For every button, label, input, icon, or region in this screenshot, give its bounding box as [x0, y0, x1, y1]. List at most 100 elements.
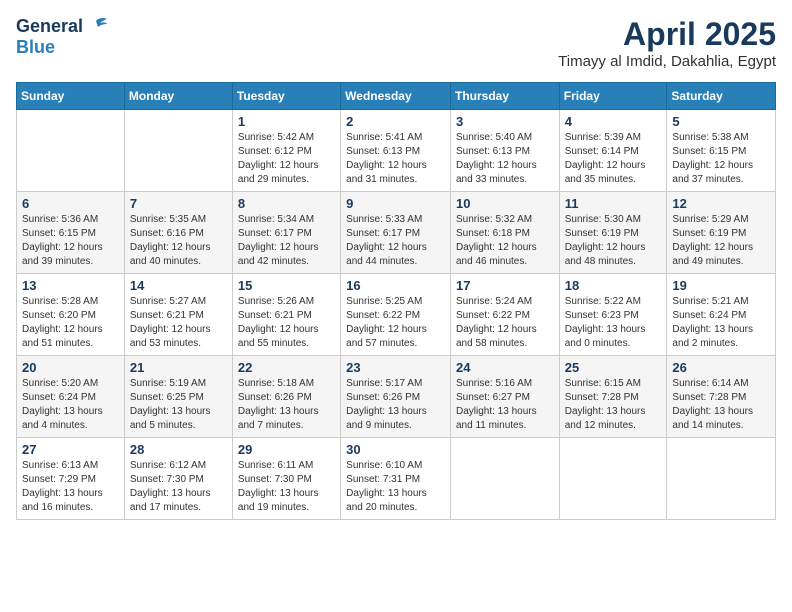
week-row-4: 20 Sunrise: 5:20 AMSunset: 6:24 PMDayligh…	[17, 356, 776, 438]
day-number: 9	[346, 196, 445, 211]
day-info: Sunrise: 5:26 AMSunset: 6:21 PMDaylight:…	[238, 295, 335, 351]
weekday-header-saturday: Saturday	[667, 83, 776, 110]
calendar-cell: 27 Sunrise: 6:13 AMSunset: 7:29 PMDayligh…	[17, 438, 125, 520]
day-number: 17	[456, 278, 554, 293]
header: General Blue April 2025 Timayy al Imdid,…	[16, 16, 776, 70]
calendar-cell: 5 Sunrise: 5:38 AMSunset: 6:15 PMDaylight…	[667, 110, 776, 192]
day-number: 21	[130, 360, 227, 375]
day-info: Sunrise: 5:38 AMSunset: 6:15 PMDaylight:…	[672, 131, 770, 187]
day-number: 14	[130, 278, 227, 293]
day-info: Sunrise: 5:18 AMSunset: 6:26 PMDaylight:…	[238, 377, 335, 433]
week-row-3: 13 Sunrise: 5:28 AMSunset: 6:20 PMDayligh…	[17, 274, 776, 356]
day-number: 28	[130, 442, 227, 457]
day-info: Sunrise: 5:34 AMSunset: 6:17 PMDaylight:…	[238, 213, 335, 269]
calendar-cell: 24 Sunrise: 5:16 AMSunset: 6:27 PMDayligh…	[450, 356, 559, 438]
week-row-5: 27 Sunrise: 6:13 AMSunset: 7:29 PMDayligh…	[17, 438, 776, 520]
day-info: Sunrise: 6:12 AMSunset: 7:30 PMDaylight:…	[130, 459, 227, 515]
day-number: 27	[22, 442, 119, 457]
day-info: Sunrise: 6:15 AMSunset: 7:28 PMDaylight:…	[565, 377, 662, 433]
day-number: 22	[238, 360, 335, 375]
day-number: 25	[565, 360, 662, 375]
day-info: Sunrise: 5:30 AMSunset: 6:19 PMDaylight:…	[565, 213, 662, 269]
calendar-cell: 10Sunrise: 5:32 AMSunset: 6:18 PMDayligh…	[450, 192, 559, 274]
day-info: Sunrise: 6:11 AMSunset: 7:30 PMDaylight:…	[238, 459, 335, 515]
title-area: April 2025 Timayy al Imdid, Dakahlia, Eg…	[558, 16, 776, 70]
calendar-cell: 3 Sunrise: 5:40 AMSunset: 6:13 PMDaylight…	[450, 110, 559, 192]
day-number: 1	[238, 114, 335, 129]
day-number: 26	[672, 360, 770, 375]
week-row-1: 1 Sunrise: 5:42 AMSunset: 6:12 PMDaylight…	[17, 110, 776, 192]
weekday-header-friday: Friday	[559, 83, 667, 110]
day-info: Sunrise: 5:19 AMSunset: 6:25 PMDaylight:…	[130, 377, 227, 433]
day-info: Sunrise: 5:25 AMSunset: 6:22 PMDaylight:…	[346, 295, 445, 351]
calendar-cell: 15 Sunrise: 5:26 AMSunset: 6:21 PMDayligh…	[232, 274, 340, 356]
calendar-cell: 13 Sunrise: 5:28 AMSunset: 6:20 PMDayligh…	[17, 274, 125, 356]
logo-general-text: General	[16, 16, 83, 37]
calendar-cell	[450, 438, 559, 520]
day-number: 24	[456, 360, 554, 375]
day-number: 29	[238, 442, 335, 457]
day-info: Sunrise: 6:13 AMSunset: 7:29 PMDaylight:…	[22, 459, 119, 515]
day-info: Sunrise: 5:20 AMSunset: 6:24 PMDaylight:…	[22, 377, 119, 433]
weekday-header-row: SundayMondayTuesdayWednesdayThursdayFrid…	[17, 83, 776, 110]
day-info: Sunrise: 5:16 AMSunset: 6:27 PMDaylight:…	[456, 377, 554, 433]
calendar-cell: 21 Sunrise: 5:19 AMSunset: 6:25 PMDayligh…	[124, 356, 232, 438]
day-info: Sunrise: 5:22 AMSunset: 6:23 PMDaylight:…	[565, 295, 662, 351]
day-info: Sunrise: 5:24 AMSunset: 6:22 PMDaylight:…	[456, 295, 554, 351]
day-number: 11	[565, 196, 662, 211]
logo: General Blue	[16, 16, 107, 58]
day-number: 16	[346, 278, 445, 293]
calendar-cell: 12Sunrise: 5:29 AMSunset: 6:19 PMDayligh…	[667, 192, 776, 274]
day-info: Sunrise: 5:41 AMSunset: 6:13 PMDaylight:…	[346, 131, 445, 187]
day-info: Sunrise: 5:28 AMSunset: 6:20 PMDaylight:…	[22, 295, 119, 351]
calendar-cell: 23 Sunrise: 5:17 AMSunset: 6:26 PMDayligh…	[341, 356, 451, 438]
day-info: Sunrise: 5:39 AMSunset: 6:14 PMDaylight:…	[565, 131, 662, 187]
calendar-cell: 16 Sunrise: 5:25 AMSunset: 6:22 PMDayligh…	[341, 274, 451, 356]
weekday-header-sunday: Sunday	[17, 83, 125, 110]
calendar-cell: 6Sunrise: 5:36 AMSunset: 6:15 PMDaylight…	[17, 192, 125, 274]
calendar-cell: 2 Sunrise: 5:41 AMSunset: 6:13 PMDaylight…	[341, 110, 451, 192]
calendar-cell	[124, 110, 232, 192]
day-number: 10	[456, 196, 554, 211]
calendar-cell: 17 Sunrise: 5:24 AMSunset: 6:22 PMDayligh…	[450, 274, 559, 356]
day-info: Sunrise: 5:27 AMSunset: 6:21 PMDaylight:…	[130, 295, 227, 351]
weekday-header-tuesday: Tuesday	[232, 83, 340, 110]
day-number: 30	[346, 442, 445, 457]
day-number: 2	[346, 114, 445, 129]
logo-bird-icon	[85, 17, 107, 37]
day-info: Sunrise: 5:42 AMSunset: 6:12 PMDaylight:…	[238, 131, 335, 187]
calendar-cell: 28 Sunrise: 6:12 AMSunset: 7:30 PMDayligh…	[124, 438, 232, 520]
day-number: 20	[22, 360, 119, 375]
day-number: 13	[22, 278, 119, 293]
day-number: 23	[346, 360, 445, 375]
calendar-cell: 26 Sunrise: 6:14 AMSunset: 7:28 PMDayligh…	[667, 356, 776, 438]
month-title: April 2025	[558, 16, 776, 53]
day-number: 7	[130, 196, 227, 211]
calendar-cell: 11 Sunrise: 5:30 AMSunset: 6:19 PMDayligh…	[559, 192, 667, 274]
calendar-cell: 1 Sunrise: 5:42 AMSunset: 6:12 PMDaylight…	[232, 110, 340, 192]
day-info: Sunrise: 5:29 AMSunset: 6:19 PMDaylight:…	[672, 213, 770, 269]
calendar-cell	[17, 110, 125, 192]
day-number: 15	[238, 278, 335, 293]
day-info: Sunrise: 6:14 AMSunset: 7:28 PMDaylight:…	[672, 377, 770, 433]
week-row-2: 6Sunrise: 5:36 AMSunset: 6:15 PMDaylight…	[17, 192, 776, 274]
calendar-cell: 25 Sunrise: 6:15 AMSunset: 7:28 PMDayligh…	[559, 356, 667, 438]
calendar-cell: 19 Sunrise: 5:21 AMSunset: 6:24 PMDayligh…	[667, 274, 776, 356]
day-info: Sunrise: 5:33 AMSunset: 6:17 PMDaylight:…	[346, 213, 445, 269]
weekday-header-monday: Monday	[124, 83, 232, 110]
logo-blue-text: Blue	[16, 37, 55, 57]
day-info: Sunrise: 5:40 AMSunset: 6:13 PMDaylight:…	[456, 131, 554, 187]
calendar-cell: 8Sunrise: 5:34 AMSunset: 6:17 PMDaylight…	[232, 192, 340, 274]
calendar-cell	[667, 438, 776, 520]
day-number: 3	[456, 114, 554, 129]
calendar-cell: 18Sunrise: 5:22 AMSunset: 6:23 PMDayligh…	[559, 274, 667, 356]
day-info: Sunrise: 5:21 AMSunset: 6:24 PMDaylight:…	[672, 295, 770, 351]
calendar-cell: 20 Sunrise: 5:20 AMSunset: 6:24 PMDayligh…	[17, 356, 125, 438]
day-number: 5	[672, 114, 770, 129]
day-number: 19	[672, 278, 770, 293]
calendar-cell: 14 Sunrise: 5:27 AMSunset: 6:21 PMDayligh…	[124, 274, 232, 356]
calendar-cell: 7Sunrise: 5:35 AMSunset: 6:16 PMDaylight…	[124, 192, 232, 274]
calendar-cell: 29 Sunrise: 6:11 AMSunset: 7:30 PMDayligh…	[232, 438, 340, 520]
day-info: Sunrise: 5:17 AMSunset: 6:26 PMDaylight:…	[346, 377, 445, 433]
weekday-header-thursday: Thursday	[450, 83, 559, 110]
